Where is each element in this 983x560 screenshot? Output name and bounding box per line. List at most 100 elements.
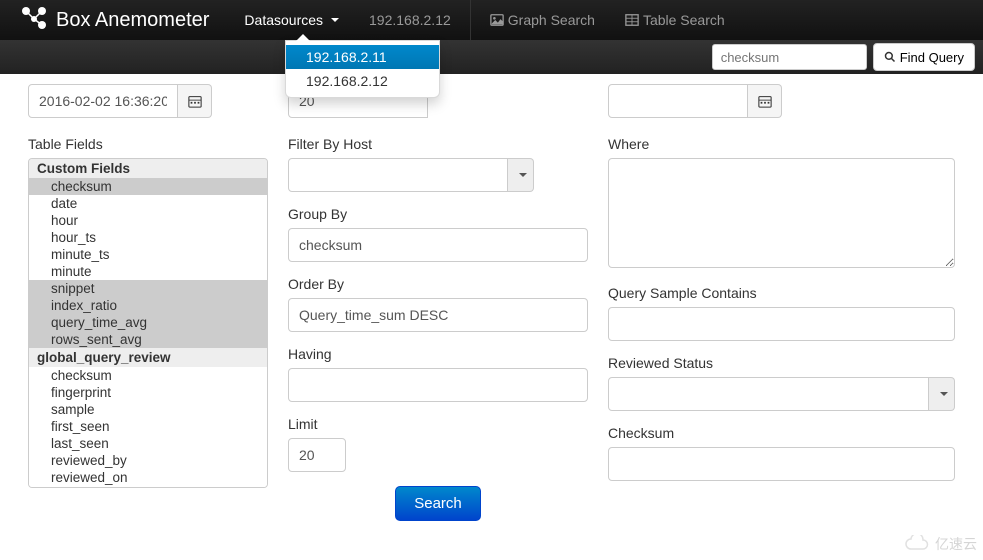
caret-down-icon xyxy=(519,173,527,177)
nav-datasources[interactable]: Datasources xyxy=(229,2,354,38)
listbox-item[interactable]: date xyxy=(29,195,267,212)
search-button[interactable]: Search xyxy=(395,486,481,521)
listbox-item[interactable]: minute_ts xyxy=(29,246,267,263)
dropdown-arrow-icon xyxy=(296,34,310,41)
group-by-field: Group By xyxy=(288,206,588,262)
nav-graph-search[interactable]: Graph Search xyxy=(475,2,610,38)
listbox-item[interactable]: reviewed_by xyxy=(29,452,267,469)
brand[interactable]: Box Anemometer xyxy=(20,5,209,35)
middle-column: Filter By Host Group By Order By Having … xyxy=(288,136,588,521)
reviewed-status-combo xyxy=(608,377,955,411)
query-sample-label: Query Sample Contains xyxy=(608,285,955,301)
limit-label: Limit xyxy=(288,416,588,432)
group-by-input[interactable] xyxy=(288,228,588,262)
caret-down-icon xyxy=(331,18,339,22)
group-by-label: Group By xyxy=(288,206,588,222)
reviewed-status-label: Reviewed Status xyxy=(608,355,955,371)
table-fields-label: Table Fields xyxy=(28,136,268,152)
where-textarea[interactable] xyxy=(608,158,955,268)
top-row xyxy=(28,84,955,136)
checksum-search-input[interactable] xyxy=(712,44,867,70)
listbox-item[interactable]: reviewed_on xyxy=(29,469,267,486)
where-label: Where xyxy=(608,136,955,152)
watermark-text: 亿速云 xyxy=(935,534,977,554)
checksum-label: Checksum xyxy=(608,425,955,441)
filter-by-host-dropdown-button[interactable] xyxy=(508,158,534,192)
listbox-item[interactable]: checksum xyxy=(29,367,267,384)
listbox-item[interactable]: fingerprint xyxy=(29,384,267,401)
listbox-item[interactable]: hour_ts xyxy=(29,229,267,246)
image-icon xyxy=(490,13,504,27)
order-by-field: Order By xyxy=(288,276,588,332)
main-container: Table Fields Custom Fieldschecksumdateho… xyxy=(0,74,983,531)
order-by-input[interactable] xyxy=(288,298,588,332)
nav-current-ds-text: 192.168.2.12 xyxy=(369,12,451,28)
listbox-item[interactable]: sample xyxy=(29,401,267,418)
listbox-item[interactable]: checksum xyxy=(29,178,267,195)
datasources-dropdown: 192.168.2.11 192.168.2.12 xyxy=(285,40,440,98)
top-col-1 xyxy=(28,84,268,136)
caret-down-icon xyxy=(940,392,948,396)
limit-input[interactable] xyxy=(288,438,346,472)
searchbar: Find Query xyxy=(0,40,983,74)
having-label: Having xyxy=(288,346,588,362)
listbox-item[interactable]: hour xyxy=(29,212,267,229)
datetime-input-3[interactable] xyxy=(608,84,748,118)
listbox-item[interactable]: rows_sent_avg xyxy=(29,331,267,348)
find-query-label: Find Query xyxy=(900,50,964,65)
filter-by-host-label: Filter By Host xyxy=(288,136,588,152)
listbox-item[interactable]: index_ratio xyxy=(29,297,267,314)
cloud-icon xyxy=(903,535,931,553)
reviewed-status-dropdown-button[interactable] xyxy=(929,377,955,411)
right-column: Where Query Sample Contains Reviewed Sta… xyxy=(608,136,955,521)
datetime-group xyxy=(28,84,268,118)
nav-table-search-label: Table Search xyxy=(643,12,725,28)
nav-table-search[interactable]: Table Search xyxy=(610,2,740,38)
anemometer-icon xyxy=(20,5,48,35)
navbar: Box Anemometer Datasources 192.168.2.12 … xyxy=(0,0,983,40)
table-fields-listbox[interactable]: Custom Fieldschecksumdatehourhour_tsminu… xyxy=(28,158,268,488)
watermark: 亿速云 xyxy=(903,534,977,554)
checksum-input[interactable] xyxy=(608,447,955,481)
listbox-item[interactable]: last_seen xyxy=(29,435,267,452)
calendar-icon xyxy=(188,94,202,108)
nav-divider xyxy=(470,0,471,40)
reviewed-status-field: Reviewed Status xyxy=(608,355,955,411)
listbox-item[interactable]: comments xyxy=(29,486,267,488)
listbox-group-header: Custom Fields xyxy=(29,159,267,178)
calendar-icon xyxy=(758,94,772,108)
datetime-group-3 xyxy=(608,84,955,118)
calendar-button-3[interactable] xyxy=(748,84,782,118)
search-icon xyxy=(884,51,896,63)
top-col-3 xyxy=(608,84,955,136)
having-input[interactable] xyxy=(288,368,588,402)
listbox-item[interactable]: minute xyxy=(29,263,267,280)
brand-text: Box Anemometer xyxy=(56,9,209,32)
filter-by-host-field: Filter By Host xyxy=(288,136,588,192)
where-field: Where xyxy=(608,136,955,271)
filter-by-host-input[interactable] xyxy=(288,158,508,192)
listbox-item[interactable]: snippet xyxy=(29,280,267,297)
listbox-group-header: global_query_review xyxy=(29,348,267,367)
listbox-item[interactable]: first_seen xyxy=(29,418,267,435)
listbox-item[interactable]: query_time_avg xyxy=(29,314,267,331)
left-column: Table Fields Custom Fieldschecksumdateho… xyxy=(28,136,268,521)
dropdown-item[interactable]: 192.168.2.11 xyxy=(286,45,439,69)
calendar-button[interactable] xyxy=(178,84,212,118)
nav-graph-search-label: Graph Search xyxy=(508,12,595,28)
query-sample-input[interactable] xyxy=(608,307,955,341)
find-query-button[interactable]: Find Query xyxy=(873,43,975,71)
limit-field: Limit xyxy=(288,416,588,472)
nav-datasources-label: Datasources xyxy=(244,12,323,28)
dropdown-item[interactable]: 192.168.2.12 xyxy=(286,69,439,93)
nav-current-datasource[interactable]: 192.168.2.12 xyxy=(354,2,466,38)
form-row: Table Fields Custom Fieldschecksumdateho… xyxy=(28,136,955,521)
checksum-field: Checksum xyxy=(608,425,955,481)
query-sample-field: Query Sample Contains xyxy=(608,285,955,341)
datetime-input[interactable] xyxy=(28,84,178,118)
table-icon xyxy=(625,13,639,27)
reviewed-status-input[interactable] xyxy=(608,377,929,411)
order-by-label: Order By xyxy=(288,276,588,292)
filter-by-host-combo xyxy=(288,158,588,192)
having-field: Having xyxy=(288,346,588,402)
